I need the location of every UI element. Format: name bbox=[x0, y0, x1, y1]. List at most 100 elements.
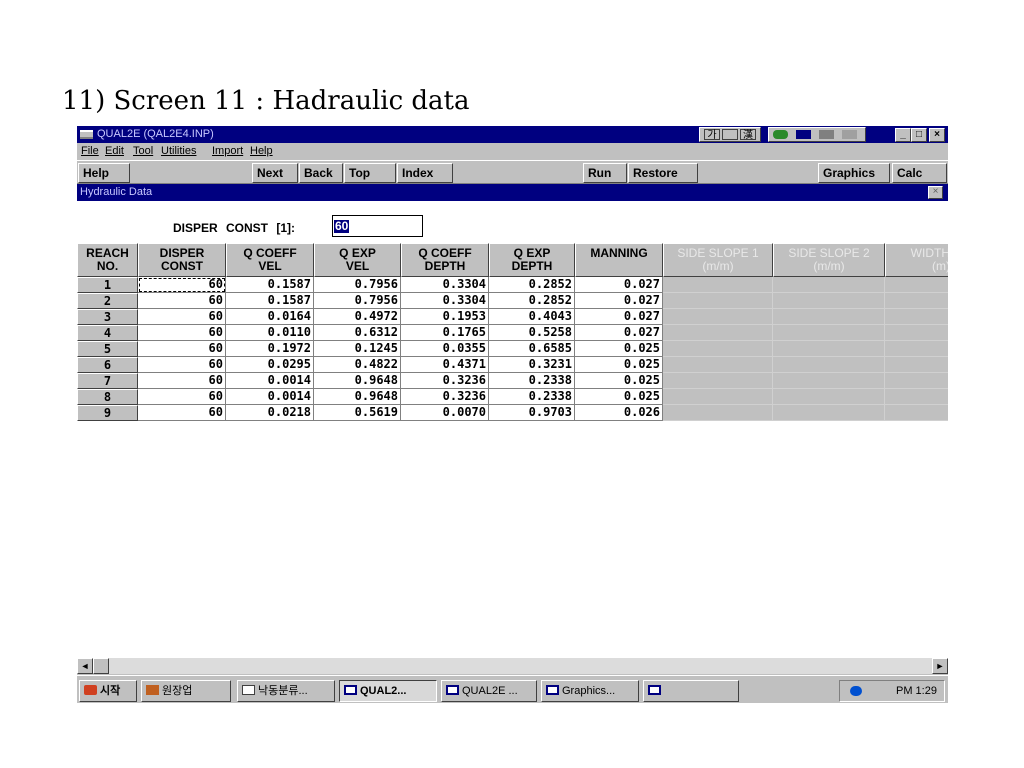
table-cell[interactable]: 60 bbox=[138, 309, 226, 325]
settings-icon[interactable] bbox=[842, 130, 857, 139]
table-cell[interactable]: 0.2338 bbox=[489, 389, 575, 405]
ime-hanja-icon[interactable]: 漢 bbox=[740, 129, 756, 141]
top-button[interactable]: Top bbox=[344, 163, 396, 183]
table-cell[interactable]: 0.2852 bbox=[489, 293, 575, 309]
table-cell[interactable]: 60 bbox=[138, 389, 226, 405]
table-cell[interactable]: 0.0014 bbox=[226, 389, 314, 405]
help-button[interactable]: Help bbox=[78, 163, 130, 183]
start-button[interactable]: 시작 bbox=[79, 680, 137, 702]
table-cell[interactable]: 0.1972 bbox=[226, 341, 314, 357]
table-cell[interactable]: 0.4043 bbox=[489, 309, 575, 325]
table-cell[interactable]: 60 bbox=[138, 325, 226, 341]
table-cell[interactable]: 0.025 bbox=[575, 389, 663, 405]
graphics-button[interactable]: Graphics bbox=[818, 163, 890, 183]
table-cell[interactable]: 0.0070 bbox=[401, 405, 489, 421]
form-titlebar[interactable]: Hydraulic Data × bbox=[77, 184, 948, 201]
menu-tool[interactable]: Tool bbox=[133, 144, 153, 158]
table-cell[interactable]: 0.5619 bbox=[314, 405, 401, 421]
table-cell[interactable]: 0.1587 bbox=[226, 277, 314, 293]
task-button[interactable] bbox=[643, 680, 739, 702]
task-button[interactable]: 낙동분류... bbox=[237, 680, 335, 702]
table-cell[interactable]: 0.0164 bbox=[226, 309, 314, 325]
menu-file[interactable]: File bbox=[81, 144, 99, 158]
table-cell[interactable]: 0.4972 bbox=[314, 309, 401, 325]
table-cell[interactable]: 0.025 bbox=[575, 357, 663, 373]
table-cell[interactable]: 60 bbox=[138, 373, 226, 389]
mail-icon[interactable] bbox=[796, 130, 811, 139]
table-cell[interactable]: 0.3304 bbox=[401, 293, 489, 309]
calc-button[interactable]: Calc bbox=[892, 163, 947, 183]
minimize-button[interactable]: _ bbox=[895, 128, 911, 142]
table-cell[interactable]: 60 bbox=[138, 357, 226, 373]
table-cell[interactable]: 0.025 bbox=[575, 341, 663, 357]
table-cell[interactable]: 0.0355 bbox=[401, 341, 489, 357]
table-cell[interactable]: 0.027 bbox=[575, 309, 663, 325]
network-icon[interactable] bbox=[819, 130, 834, 139]
table-cell[interactable]: 0.7956 bbox=[314, 293, 401, 309]
index-button[interactable]: Index bbox=[397, 163, 453, 183]
next-button[interactable]: Next bbox=[252, 163, 298, 183]
table-cell[interactable]: 0.0295 bbox=[226, 357, 314, 373]
disper-const-input[interactable]: 60 bbox=[332, 215, 423, 237]
run-button[interactable]: Run bbox=[583, 163, 627, 183]
maximize-button[interactable]: □ bbox=[911, 128, 927, 142]
app-menu-icon[interactable] bbox=[80, 130, 93, 139]
table-cell[interactable]: 0.1587 bbox=[226, 293, 314, 309]
table-cell[interactable]: 0.5258 bbox=[489, 325, 575, 341]
table-cell[interactable]: 0.9648 bbox=[314, 373, 401, 389]
table-cell[interactable]: 0.0218 bbox=[226, 405, 314, 421]
menu-help[interactable]: Help bbox=[250, 144, 273, 158]
table-cell[interactable]: 0.3236 bbox=[401, 373, 489, 389]
ime-hangul-icon[interactable]: 가 bbox=[704, 129, 720, 141]
table-cell[interactable]: 0.3231 bbox=[489, 357, 575, 373]
window-title: QUAL2E (QAL2E4.INP) bbox=[97, 128, 214, 140]
task-button[interactable]: 원장업 bbox=[141, 680, 231, 702]
ime-fullwidth-icon[interactable] bbox=[722, 129, 738, 140]
clock[interactable]: PM 1:29 bbox=[896, 681, 937, 701]
table-cell[interactable]: 0.6312 bbox=[314, 325, 401, 341]
table-cell[interactable]: 0.7956 bbox=[314, 277, 401, 293]
task-button-active[interactable]: QUAL2... bbox=[339, 680, 437, 702]
task-button[interactable]: Graphics... bbox=[541, 680, 639, 702]
table-cell[interactable]: 0.1765 bbox=[401, 325, 489, 341]
disabled-cell bbox=[885, 293, 948, 309]
restore-button[interactable]: Restore bbox=[628, 163, 698, 183]
speaker-icon[interactable] bbox=[850, 686, 862, 696]
scroll-right-button[interactable]: ► bbox=[932, 658, 948, 674]
menu-import[interactable]: Import bbox=[212, 144, 243, 158]
table-cell[interactable]: 0.1245 bbox=[314, 341, 401, 357]
scroll-thumb[interactable] bbox=[93, 658, 109, 674]
table-cell[interactable]: 0.3304 bbox=[401, 277, 489, 293]
horizontal-scrollbar[interactable]: ◄ ► bbox=[77, 658, 948, 674]
table-cell[interactable]: 0.4822 bbox=[314, 357, 401, 373]
table-cell[interactable]: 0.1953 bbox=[401, 309, 489, 325]
form-close-button[interactable]: × bbox=[928, 186, 943, 199]
table-cell[interactable]: 0.9648 bbox=[314, 389, 401, 405]
table-cell[interactable]: 60 bbox=[138, 293, 226, 309]
close-button[interactable]: × bbox=[929, 128, 945, 142]
table-cell[interactable]: 0.027 bbox=[575, 293, 663, 309]
task-label: 원장업 bbox=[162, 685, 193, 697]
table-cell[interactable]: 0.4371 bbox=[401, 357, 489, 373]
table-cell[interactable]: 0.0014 bbox=[226, 373, 314, 389]
table-cell[interactable]: 0.027 bbox=[575, 277, 663, 293]
scroll-left-button[interactable]: ◄ bbox=[77, 658, 93, 674]
table-cell[interactable]: 0.0110 bbox=[226, 325, 314, 341]
back-button[interactable]: Back bbox=[299, 163, 343, 183]
task-button[interactable]: QUAL2E ... bbox=[441, 680, 537, 702]
table-cell[interactable]: 60 bbox=[138, 277, 226, 293]
table-cell[interactable]: 0.025 bbox=[575, 373, 663, 389]
menu-edit[interactable]: Edit bbox=[105, 144, 124, 158]
table-cell[interactable]: 0.027 bbox=[575, 325, 663, 341]
table-cell[interactable]: 0.2338 bbox=[489, 373, 575, 389]
table-cell[interactable]: 0.9703 bbox=[489, 405, 575, 421]
table-cell[interactable]: 0.6585 bbox=[489, 341, 575, 357]
table-cell[interactable]: 0.3236 bbox=[401, 389, 489, 405]
heart-icon[interactable] bbox=[773, 130, 788, 139]
table-cell[interactable]: 60 bbox=[138, 405, 226, 421]
menu-utilities[interactable]: Utilities bbox=[161, 144, 196, 158]
table-cell[interactable]: 60 bbox=[138, 341, 226, 357]
window-titlebar[interactable]: QUAL2E (QAL2E4.INP) 가 漢 _ □ × bbox=[77, 126, 948, 143]
table-cell[interactable]: 0.026 bbox=[575, 405, 663, 421]
table-cell[interactable]: 0.2852 bbox=[489, 277, 575, 293]
